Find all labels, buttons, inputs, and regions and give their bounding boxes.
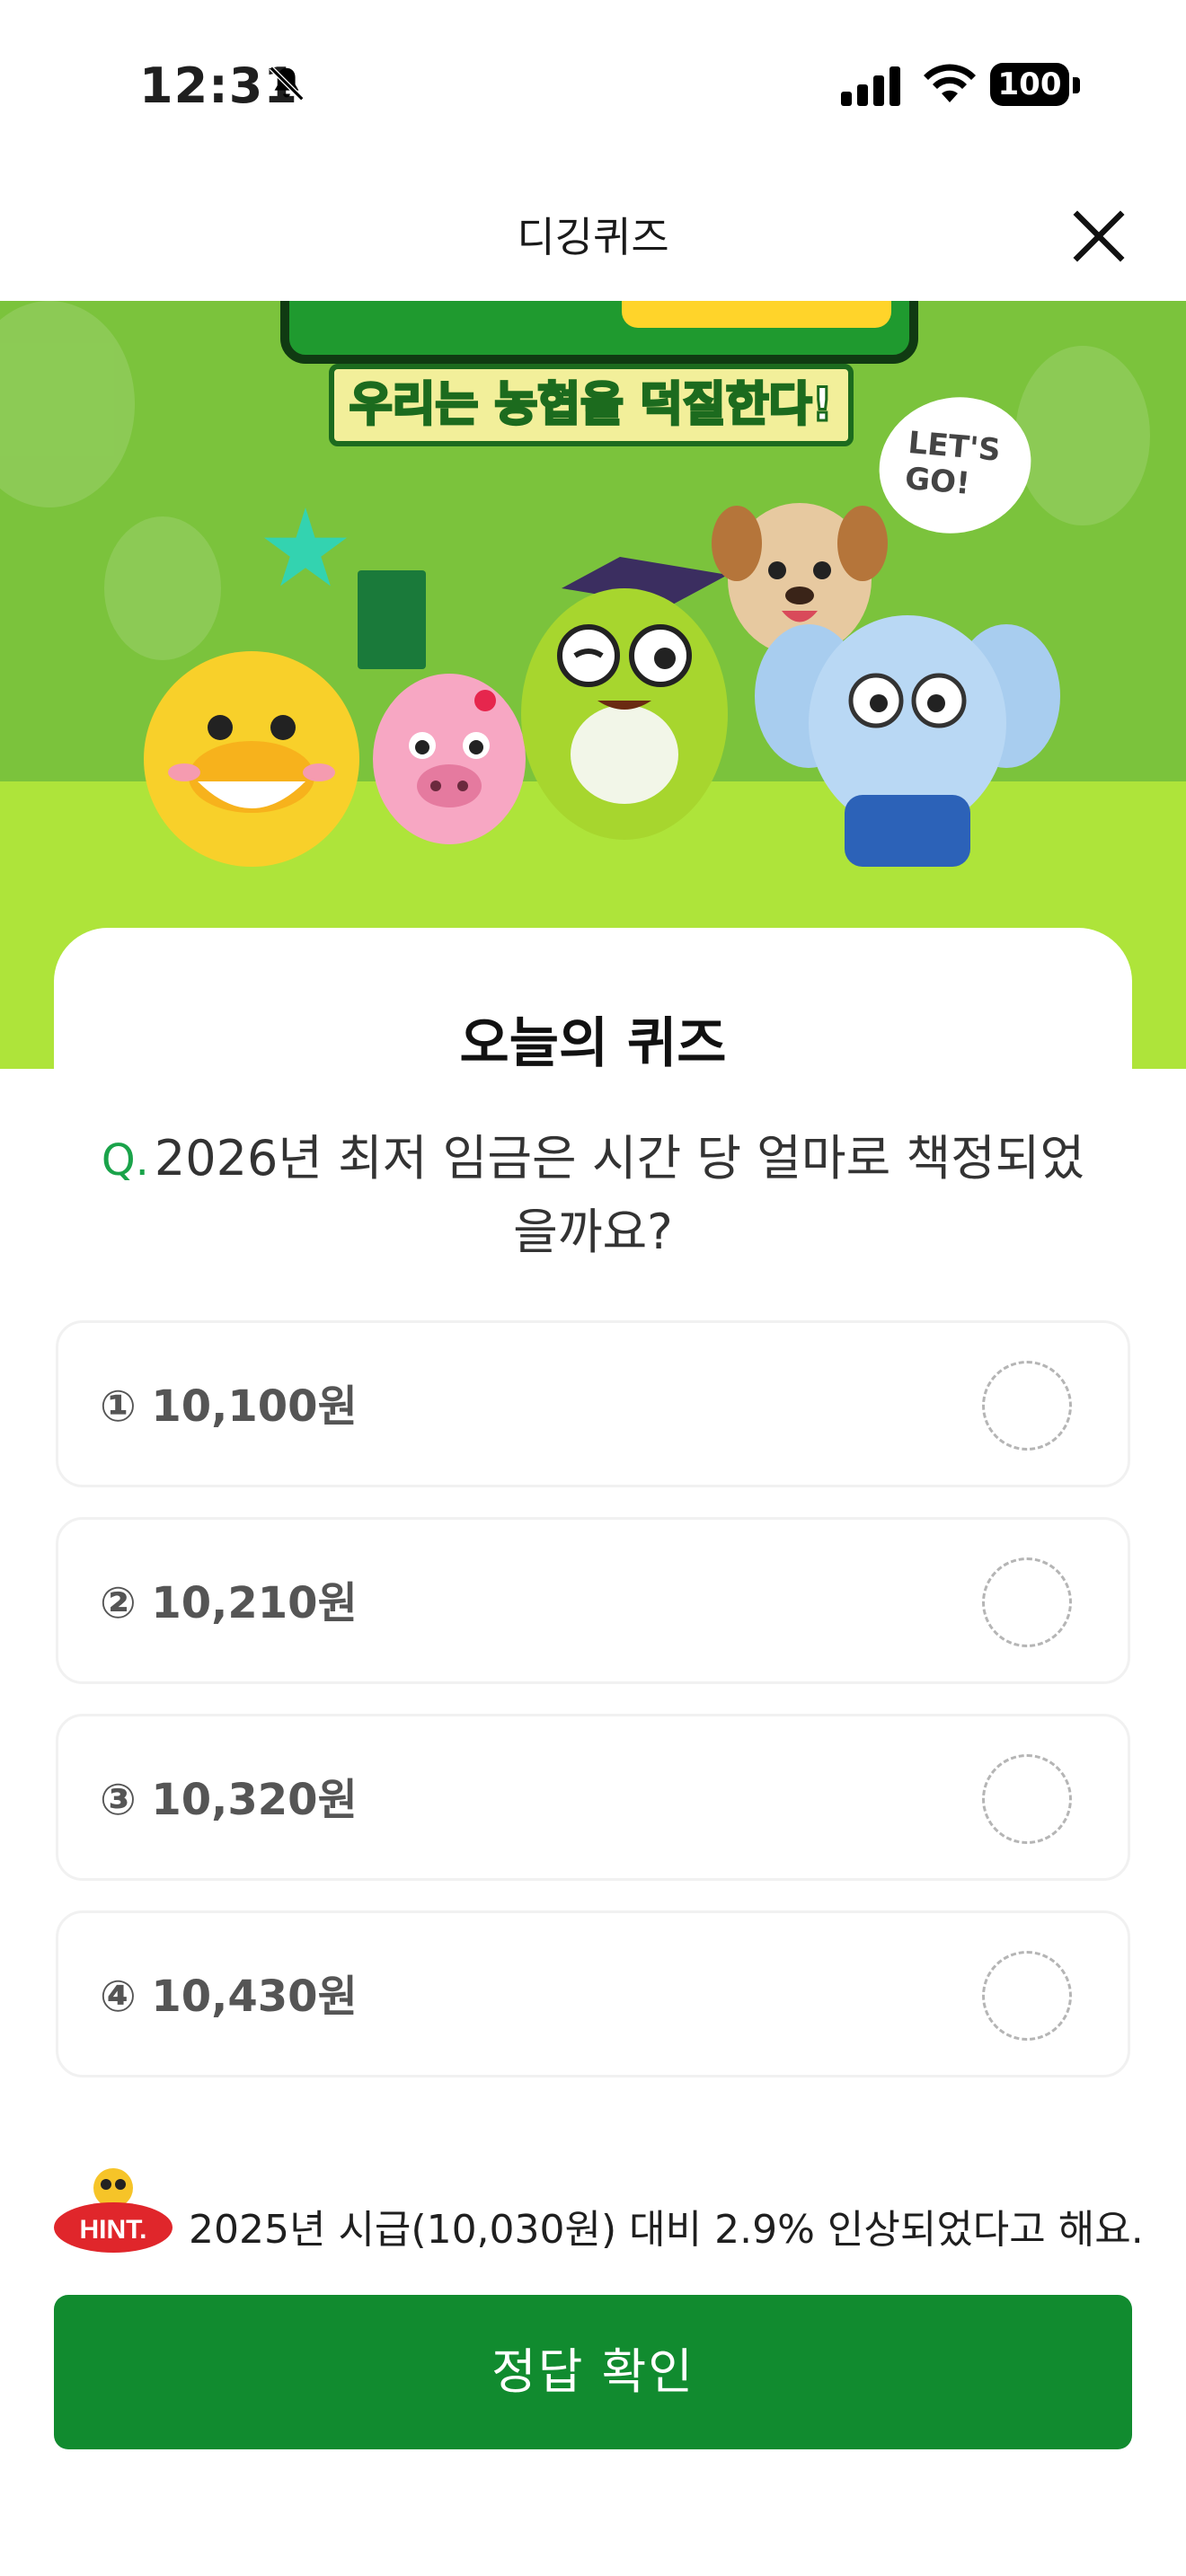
answer-option-label: ④ 10,430원 bbox=[100, 1972, 358, 2022]
signal-icon bbox=[841, 66, 900, 106]
answer-option-label: ③ 10,320원 bbox=[100, 1775, 358, 1825]
radio-circle-icon[interactable] bbox=[982, 1951, 1072, 2041]
hint-text: 2025년 시급(10,030원) 대비 2.9% 인상되었다고 해요. bbox=[189, 2207, 1144, 2253]
battery-icon: 100 bbox=[990, 63, 1080, 108]
answer-option-4[interactable]: ④ 10,430원 bbox=[56, 1910, 1130, 2078]
yellow-bird-character bbox=[144, 651, 359, 867]
elephant-character bbox=[755, 615, 1060, 867]
star-decoration bbox=[263, 507, 348, 587]
answer-option-3[interactable]: ③ 10,320원 bbox=[56, 1714, 1130, 1881]
close-icon[interactable] bbox=[1067, 205, 1130, 268]
answer-option-2[interactable]: ② 10,210원 bbox=[56, 1517, 1130, 1684]
battery-level: 100 bbox=[990, 63, 1069, 106]
radio-circle-icon[interactable] bbox=[982, 1361, 1072, 1451]
top-navigation: 디깅퀴즈 bbox=[0, 171, 1186, 301]
status-bar: 12:31 100 bbox=[0, 0, 1186, 171]
answer-option-1[interactable]: ① 10,100원 bbox=[56, 1320, 1130, 1487]
question-prefix: Q. bbox=[101, 1135, 149, 1186]
hint-badge-icon: HINT. bbox=[54, 2168, 173, 2253]
banner-tagline: 우리는 농협을 덕질한다! bbox=[329, 364, 854, 446]
check-answer-button[interactable]: 정답 확인 bbox=[54, 2295, 1132, 2449]
balloon-decoration bbox=[1015, 346, 1150, 525]
balloon-decoration bbox=[0, 301, 135, 507]
quiz-question: Q. 2026년 최저 임금은 시간 당 얼마로 책정되었을까요? bbox=[99, 1123, 1087, 1268]
question-text: 2026년 최저 임금은 시간 당 얼마로 책정되었을까요? bbox=[154, 1130, 1085, 1260]
radio-circle-icon[interactable] bbox=[982, 1557, 1072, 1647]
page-title: 디깅퀴즈 bbox=[517, 213, 669, 261]
green-book-prop bbox=[358, 570, 426, 669]
wifi-icon bbox=[924, 64, 976, 102]
answer-option-label: ① 10,100원 bbox=[100, 1381, 358, 1432]
quiz-logo bbox=[280, 301, 918, 364]
svg-text:HINT.: HINT. bbox=[80, 2215, 147, 2245]
answer-option-label: ② 10,210원 bbox=[100, 1578, 358, 1628]
quiz-card: 오늘의 퀴즈 bbox=[54, 928, 1132, 1090]
bell-slash-icon bbox=[269, 66, 305, 101]
radio-circle-icon[interactable] bbox=[982, 1754, 1072, 1844]
quiz-card-title: 오늘의 퀴즈 bbox=[459, 1012, 727, 1075]
